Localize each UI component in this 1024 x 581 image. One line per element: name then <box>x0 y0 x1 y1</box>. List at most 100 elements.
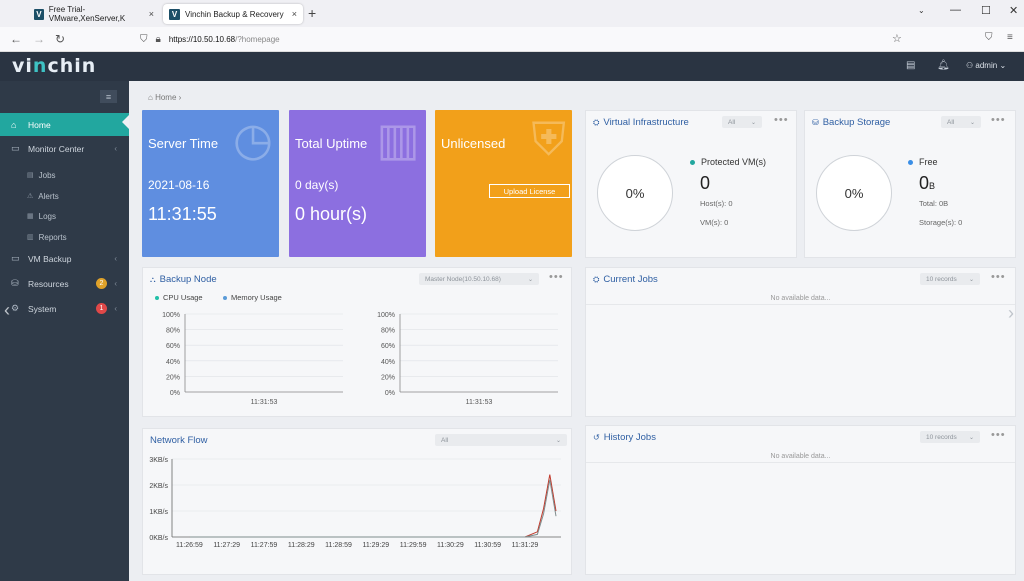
browser-nav-bar: ← → ↻ ⛉ 🔒︎ https://10.50.10.68/?homepage… <box>0 27 1024 52</box>
storage-filter-select[interactable]: All ⌄ <box>941 116 981 128</box>
close-window-icon[interactable]: ✕ <box>1009 4 1018 17</box>
protected-vm-label: Protected VM(s) <box>690 157 766 167</box>
vinchin-favicon-icon: V <box>34 8 44 20</box>
protected-vm-gauge: 0% <box>597 155 673 231</box>
free-storage-label: Free <box>908 157 938 167</box>
browser-tab-vinchin[interactable]: V Vinchin Backup & Recovery × <box>163 4 303 24</box>
sidebar: ≡ ⌂ Home ▭ Monitor Center ‹ ▤ Jobs ⚠ Ale… <box>0 81 129 581</box>
total-uptime-card: ▥ Total Uptime 0 day(s) 0 hour(s) <box>289 110 426 257</box>
collapse-menu-button[interactable]: ≡ <box>100 90 117 103</box>
free-storage-value: 0B <box>919 173 935 194</box>
sidebar-subitem-logs[interactable]: ▦ Logs <box>0 206 129 226</box>
maximize-icon[interactable]: ☐ <box>981 4 991 17</box>
server-time: 11:31:55 <box>148 204 217 224</box>
network-filter-select[interactable]: All ⌄ <box>435 434 567 446</box>
sidebar-item-resources[interactable]: ⛁ Resources 2 ‹ <box>0 272 129 295</box>
sidebar-subitem-reports[interactable]: ▥ Reports <box>0 227 129 247</box>
panel-title-text: Network Flow <box>150 435 208 446</box>
sidebar-item-label: Reports <box>38 232 67 242</box>
address-bar[interactable]: ⛉ 🔒︎ https://10.50.10.68/?homepage <box>140 30 910 49</box>
vinchin-logo[interactable]: vinchin <box>12 55 96 77</box>
reports-icon: ▥ <box>27 234 34 241</box>
more-options-icon[interactable]: ••• <box>991 114 1006 126</box>
node-icon: ⛬ <box>150 274 156 284</box>
net-y-tick-label: 0KB/s <box>149 535 168 542</box>
slide-right-arrow-icon[interactable]: › <box>1008 303 1014 324</box>
more-options-icon[interactable]: ••• <box>991 271 1006 283</box>
resources-icon: ⛁ <box>11 278 19 288</box>
close-icon[interactable]: × <box>292 9 297 19</box>
free-unit: B <box>929 181 936 191</box>
monitor-icon[interactable]: ▤ <box>906 60 915 71</box>
legend-dot <box>223 295 227 300</box>
records-select[interactable]: 10 records ⌄ <box>920 273 980 285</box>
storage-icon: ⛁ <box>812 118 819 127</box>
back-arrow-icon[interactable]: ← <box>10 32 22 46</box>
panel-title: ↺ History Jobs <box>593 432 656 443</box>
cpu-y-tick-label: 100% <box>162 312 180 319</box>
mem-x-tick-label: 11:31:53 <box>466 399 493 406</box>
pocket-icon[interactable]: ⛉ <box>985 32 993 43</box>
user-menu[interactable]: ⚇ admin ⌄ <box>966 61 1006 70</box>
more-options-icon[interactable]: ••• <box>774 114 789 126</box>
virtual-infrastructure-panel: ⛭ Virtual Infrastructure All ⌄ ••• 0% Pr… <box>585 110 797 258</box>
tab-list-chevron-icon[interactable]: ⌄ <box>918 6 925 15</box>
panel-title: ⛁ Backup Storage <box>812 117 890 128</box>
cpu-y-tick-label: 80% <box>166 328 180 335</box>
network-flow-panel: Network Flow All ⌄ 3KB/s 2KB/s 1KB/s 0KB/s 1… <box>142 428 572 575</box>
new-tab-button[interactable]: + <box>308 5 316 21</box>
chevron-down-icon: ⌄ <box>999 61 1007 70</box>
sidebar-subitem-jobs[interactable]: ▤ Jobs <box>0 165 129 185</box>
panel-title-text: History Jobs <box>603 432 656 443</box>
cpu-usage-chart: 100% 80% 60% 40% 20% 0% 11:31:53 <box>162 312 343 406</box>
total-storage: Total: 0B <box>919 199 949 208</box>
legend-memory: Memory Usage <box>223 293 282 302</box>
records-select[interactable]: 10 records ⌄ <box>920 431 980 443</box>
net-x-tick-label: 11:28:59 <box>325 542 352 549</box>
mem-y-tick-label: 40% <box>381 359 395 366</box>
sidebar-item-label: Logs <box>38 211 56 221</box>
browser-tab-bar: V Free Trial-VMware,XenServer,K × V Vinc… <box>0 0 1024 27</box>
infrastructure-icon: ⛭ <box>593 117 600 127</box>
panel-title: ⛭ Virtual Infrastructure <box>593 117 689 128</box>
cpu-x-tick-label: 11:31:53 <box>251 399 278 406</box>
sidebar-item-vm-backup[interactable]: ▭ VM Backup ‹ <box>0 247 129 270</box>
chevron-down-icon: ⌄ <box>750 119 756 126</box>
mem-y-tick-label: 100% <box>377 312 395 319</box>
lock-icon: 🔒︎ <box>155 34 161 45</box>
filter-value: All <box>947 118 955 126</box>
stat-label-text: Protected VM(s) <box>701 157 767 167</box>
reload-icon[interactable]: ↻ <box>55 32 65 46</box>
chevron-down-icon: ⌄ <box>555 437 561 444</box>
sidebar-subitem-alerts[interactable]: ⚠ Alerts <box>0 186 129 206</box>
forward-arrow-icon[interactable]: → <box>33 32 45 46</box>
sidebar-item-monitor-center[interactable]: ▭ Monitor Center ‹ <box>0 137 129 160</box>
card-title: Unlicensed <box>441 136 506 151</box>
bar-chart-icon: ▥ <box>376 113 420 165</box>
infra-filter-select[interactable]: All ⌄ <box>722 116 762 128</box>
shield-icon: ⛉ <box>140 34 148 45</box>
legend-cpu: CPU Usage <box>155 293 203 302</box>
home-icon[interactable]: ⌂ <box>148 93 153 102</box>
bell-icon[interactable]: 🔔︎ <box>937 60 950 71</box>
menu-icon[interactable]: ≡ <box>1007 32 1013 43</box>
system-badge: 1 <box>96 303 107 314</box>
minimize-icon[interactable]: — <box>950 4 961 16</box>
breadcrumb-home[interactable]: Home <box>155 93 176 102</box>
legend-dot <box>155 295 159 300</box>
upload-license-button[interactable]: Upload License <box>489 184 570 198</box>
more-options-icon[interactable]: ••• <box>549 271 564 283</box>
slide-left-arrow-icon[interactable]: ‹ <box>4 300 10 321</box>
free-value: 0 <box>919 173 930 193</box>
close-icon[interactable]: × <box>149 9 154 19</box>
browser-tab-free-trial[interactable]: V Free Trial-VMware,XenServer,K × <box>28 4 160 24</box>
vinchin-favicon-icon: V <box>169 8 180 20</box>
node-value: Master Node(10.50.10.68) <box>425 275 501 283</box>
more-options-icon[interactable]: ••• <box>991 429 1006 441</box>
free-storage-gauge: 0% <box>816 155 892 231</box>
sidebar-item-home[interactable]: ⌂ Home <box>0 113 129 136</box>
bookmark-star-icon[interactable]: ☆ <box>892 32 902 45</box>
sidebar-item-system[interactable]: ⚙ System 1 ‹ <box>0 297 129 320</box>
node-select[interactable]: Master Node(10.50.10.68) ⌄ <box>419 273 539 285</box>
net-x-tick-label: 11:31:29 <box>512 542 539 549</box>
